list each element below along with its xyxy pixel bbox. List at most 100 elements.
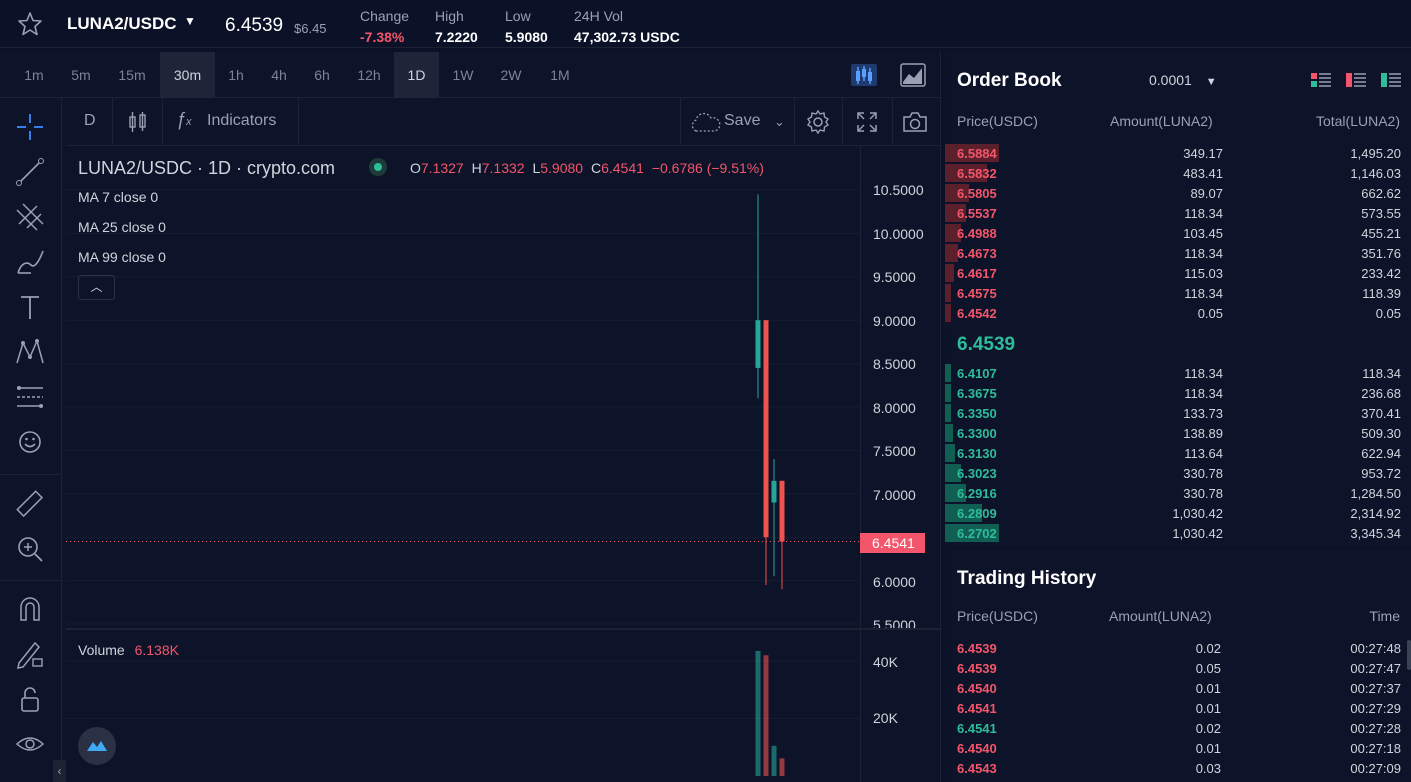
zoom-in-icon[interactable] bbox=[13, 532, 47, 566]
magnet-icon[interactable] bbox=[13, 592, 47, 626]
interval-30m[interactable]: 30m bbox=[160, 52, 215, 98]
pair-selector[interactable]: LUNA2/USDC bbox=[67, 14, 177, 34]
cloud-icon[interactable] bbox=[688, 112, 722, 134]
ask-amount: 118.34 bbox=[1184, 206, 1223, 221]
candle-body[interactable] bbox=[779, 480, 785, 542]
unlock-icon[interactable] bbox=[13, 682, 47, 716]
volume-pane-divider[interactable] bbox=[66, 628, 941, 630]
trade-row[interactable]: 6.4540 0.01 00:27:37 bbox=[945, 678, 1411, 698]
bid-row[interactable]: 6.2702 1,030.42 3,345.34 bbox=[945, 523, 1411, 543]
bid-row[interactable]: 6.3023 330.78 953.72 bbox=[945, 463, 1411, 483]
candle-body[interactable] bbox=[763, 320, 769, 538]
lock-drawing-icon[interactable] bbox=[13, 637, 47, 671]
stat-high-label: High bbox=[435, 8, 464, 24]
ask-row[interactable]: 6.5832 483.41 1,146.03 bbox=[945, 163, 1411, 183]
ask-row[interactable]: 6.4575 118.34 118.39 bbox=[945, 283, 1411, 303]
settings-gear-icon[interactable] bbox=[805, 109, 831, 135]
interval-12h[interactable]: 12h bbox=[346, 52, 392, 98]
trade-amount: 0.01 bbox=[1195, 741, 1221, 756]
ask-price: 6.4988 bbox=[957, 226, 997, 241]
eye-icon[interactable] bbox=[13, 727, 47, 761]
ma-99-legend[interactable]: MA 99 close 0 bbox=[78, 249, 166, 265]
bid-total: 2,314.92 bbox=[1350, 506, 1401, 521]
ask-row[interactable]: 6.4673 118.34 351.76 bbox=[945, 243, 1411, 263]
chevron-down-icon[interactable]: ▼ bbox=[184, 14, 196, 28]
ohlc-open-value: 7.1327 bbox=[420, 160, 464, 176]
interval-15m[interactable]: 15m bbox=[108, 52, 156, 98]
candle-body[interactable] bbox=[755, 320, 761, 368]
ma-7-legend[interactable]: MA 7 close 0 bbox=[78, 189, 158, 205]
favorite-star-icon[interactable] bbox=[16, 10, 44, 38]
ask-row[interactable]: 6.5805 89.07 662.62 bbox=[945, 183, 1411, 203]
ma-25-legend[interactable]: MA 25 close 0 bbox=[78, 219, 166, 235]
precision-select[interactable]: 0.0001 ▼ bbox=[1149, 72, 1217, 88]
interval-1m[interactable]: 1m bbox=[14, 52, 54, 98]
bid-row[interactable]: 6.3350 133.73 370.41 bbox=[945, 403, 1411, 423]
bid-row[interactable]: 6.3130 113.64 622.94 bbox=[945, 443, 1411, 463]
current-price-tag: 6.4541 bbox=[860, 533, 925, 553]
ask-row[interactable]: 6.5537 118.34 573.55 bbox=[945, 203, 1411, 223]
trend-line-icon[interactable] bbox=[13, 155, 47, 189]
book-asks-only-icon[interactable] bbox=[1346, 73, 1366, 87]
pattern-icon[interactable] bbox=[13, 335, 47, 369]
depth-bar bbox=[945, 404, 951, 422]
interval-4h[interactable]: 4h bbox=[260, 52, 298, 98]
ask-amount: 118.34 bbox=[1184, 286, 1223, 301]
trade-price: 6.4540 bbox=[957, 741, 997, 756]
bid-total: 509.30 bbox=[1361, 426, 1401, 441]
interval-2w[interactable]: 2W bbox=[490, 52, 532, 98]
pitchfork-icon[interactable] bbox=[13, 200, 47, 234]
brand-logo-icon[interactable] bbox=[78, 727, 116, 765]
bid-price: 6.2916 bbox=[957, 486, 997, 501]
trade-row[interactable]: 6.4541 0.02 00:27:28 bbox=[945, 718, 1411, 738]
interval-6h[interactable]: 6h bbox=[303, 52, 341, 98]
candle-chart-icon[interactable] bbox=[850, 63, 878, 87]
bid-row[interactable]: 6.2809 1,030.42 2,314.92 bbox=[945, 503, 1411, 523]
ruler-icon[interactable] bbox=[13, 487, 47, 521]
fullscreen-icon[interactable] bbox=[855, 110, 879, 134]
text-tool-icon[interactable] bbox=[13, 290, 47, 324]
fib-retracement-icon[interactable] bbox=[13, 380, 47, 414]
interval-1m-month[interactable]: 1M bbox=[538, 52, 582, 98]
interval-5m[interactable]: 5m bbox=[60, 52, 102, 98]
trade-row[interactable]: 6.4543 0.03 00:27:09 bbox=[945, 758, 1411, 778]
ask-row[interactable]: 6.4617 115.03 233.42 bbox=[945, 263, 1411, 283]
emoji-icon[interactable] bbox=[13, 425, 47, 459]
trade-price: 6.4539 bbox=[957, 661, 997, 676]
area-chart-icon[interactable] bbox=[900, 63, 926, 87]
interval-1w[interactable]: 1W bbox=[443, 52, 483, 98]
trade-row[interactable]: 6.4539 0.05 00:27:47 bbox=[945, 658, 1411, 678]
ask-row[interactable]: 6.4988 103.45 455.21 bbox=[945, 223, 1411, 243]
trade-list-scrollbar[interactable] bbox=[1407, 640, 1411, 670]
save-menu-chevron-icon[interactable]: ⌄ bbox=[774, 114, 785, 130]
bid-amount: 1,030.42 bbox=[1172, 506, 1223, 521]
candle-body[interactable] bbox=[771, 480, 777, 503]
bid-price: 6.3023 bbox=[957, 466, 997, 481]
camera-icon[interactable] bbox=[901, 110, 929, 134]
brush-icon[interactable] bbox=[13, 245, 47, 279]
book-both-sides-icon[interactable] bbox=[1311, 73, 1331, 87]
trade-time: 00:27:18 bbox=[1350, 741, 1401, 756]
function-icon[interactable]: ƒx bbox=[176, 109, 192, 130]
price-chart[interactable] bbox=[66, 146, 860, 782]
bar-style-icon[interactable] bbox=[126, 110, 150, 134]
save-button[interactable]: Save bbox=[724, 112, 760, 130]
trade-row[interactable]: 6.4539 0.02 00:27:48 bbox=[945, 638, 1411, 658]
collapse-toolbar-chevron-icon[interactable]: ‹ bbox=[53, 760, 66, 782]
indicators-button[interactable]: Indicators bbox=[207, 112, 276, 130]
collapse-legend-button[interactable]: ︿ bbox=[78, 275, 115, 300]
crosshair-icon[interactable] bbox=[13, 110, 47, 144]
bid-row[interactable]: 6.3300 138.89 509.30 bbox=[945, 423, 1411, 443]
ask-row[interactable]: 6.4542 0.05 0.05 bbox=[945, 303, 1411, 323]
bid-row[interactable]: 6.3675 118.34 236.68 bbox=[945, 383, 1411, 403]
resolution-button[interactable]: D bbox=[84, 112, 96, 130]
bid-row[interactable]: 6.4107 118.34 118.34 bbox=[945, 363, 1411, 383]
trade-row[interactable]: 6.4540 0.01 00:27:18 bbox=[945, 738, 1411, 758]
interval-1h[interactable]: 1h bbox=[218, 52, 254, 98]
bid-row[interactable]: 6.2916 330.78 1,284.50 bbox=[945, 483, 1411, 503]
volume-bar bbox=[771, 745, 777, 776]
book-bids-only-icon[interactable] bbox=[1381, 73, 1401, 87]
ask-row[interactable]: 6.5884 349.17 1,495.20 bbox=[945, 143, 1411, 163]
interval-1d[interactable]: 1D bbox=[394, 52, 439, 98]
trade-row[interactable]: 6.4541 0.01 00:27:29 bbox=[945, 698, 1411, 718]
